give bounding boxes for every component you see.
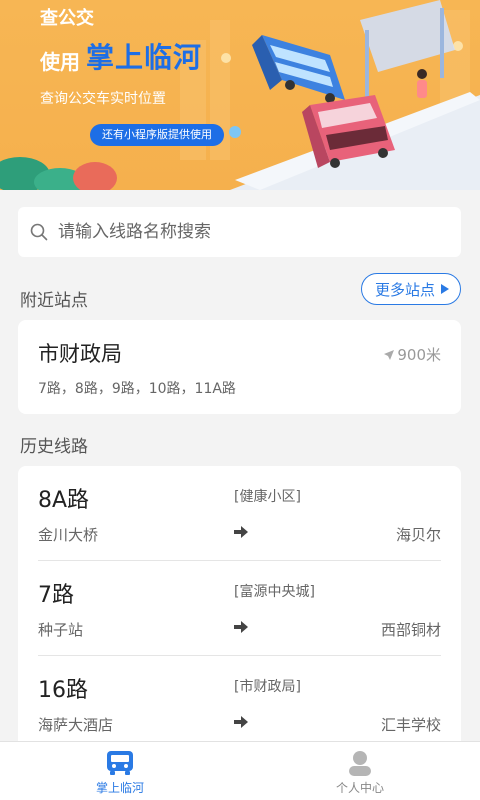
route-direction: [富源中央城]	[234, 584, 315, 600]
stop-distance-value: 900米	[397, 346, 441, 364]
search-icon	[30, 223, 48, 241]
banner-title-line1: 查公交	[40, 8, 94, 29]
tab-home[interactable]: 掌上临河	[0, 742, 240, 800]
history-section-title: 历史线路	[20, 437, 88, 457]
mini-program-badge[interactable]: 还有小程序版提供使用	[90, 124, 224, 146]
route-start-stop: 海萨大酒店	[38, 716, 114, 734]
arrow-right-icon	[234, 621, 248, 633]
nearby-stop-card[interactable]: 市财政局 900米 7路，8路，9路，10路，11A路	[18, 320, 461, 414]
route-name: 16路	[38, 678, 88, 703]
bus-icon	[107, 751, 133, 775]
stop-lines: 7路，8路，9路，10路，11A路	[38, 381, 236, 397]
more-stops-label: 更多站点	[374, 280, 435, 299]
nearby-section-title: 附近站点	[20, 291, 88, 311]
banner-title-prefix: 使用	[40, 50, 80, 74]
arrow-right-icon	[234, 526, 248, 538]
history-routes-card: 8A路 [健康小区] 金川大桥 海贝尔 7路 [富源中央城] 种子站 西部铜材 …	[18, 466, 461, 766]
route-end-stop: 汇丰学校	[380, 716, 441, 734]
route-name: 8A路	[38, 488, 90, 513]
route-start-stop: 金川大桥	[38, 526, 99, 544]
history-route-item[interactable]: 16路 [市财政局] 海萨大酒店 汇丰学校	[38, 656, 441, 750]
tab-home-label: 掌上临河	[95, 781, 144, 795]
route-direction: [健康小区]	[234, 489, 301, 505]
more-stops-button[interactable]: 更多站点	[360, 273, 461, 305]
route-start-stop: 种子站	[38, 621, 84, 639]
banner-brand-name: 掌上临河	[86, 41, 203, 74]
user-icon	[349, 751, 371, 776]
route-name: 7路	[38, 583, 74, 608]
tab-profile[interactable]: 个人中心	[240, 742, 480, 800]
stop-name: 市财政局	[38, 342, 122, 366]
tab-profile-label: 个人中心	[335, 781, 384, 795]
search-input[interactable]	[58, 222, 438, 242]
play-arrow-icon	[441, 284, 449, 294]
route-end-stop: 海贝尔	[395, 526, 441, 544]
location-arrow-icon	[384, 349, 395, 360]
search-bar[interactable]	[18, 207, 461, 257]
route-direction: [市财政局]	[234, 679, 301, 695]
arrow-right-icon	[234, 716, 248, 728]
bottom-tab-bar: 掌上临河 个人中心	[0, 741, 480, 800]
route-end-stop: 西部铜材	[380, 621, 441, 639]
promo-banner[interactable]: 查公交 使用 掌上临河 查询公交车实时位置 还有小程序版提供使用	[0, 0, 480, 190]
history-route-item[interactable]: 8A路 [健康小区] 金川大桥 海贝尔	[38, 466, 441, 560]
banner-subtitle: 查询公交车实时位置	[40, 91, 166, 107]
stop-distance: 900米	[383, 344, 441, 365]
history-route-item[interactable]: 7路 [富源中央城] 种子站 西部铜材	[38, 561, 441, 655]
